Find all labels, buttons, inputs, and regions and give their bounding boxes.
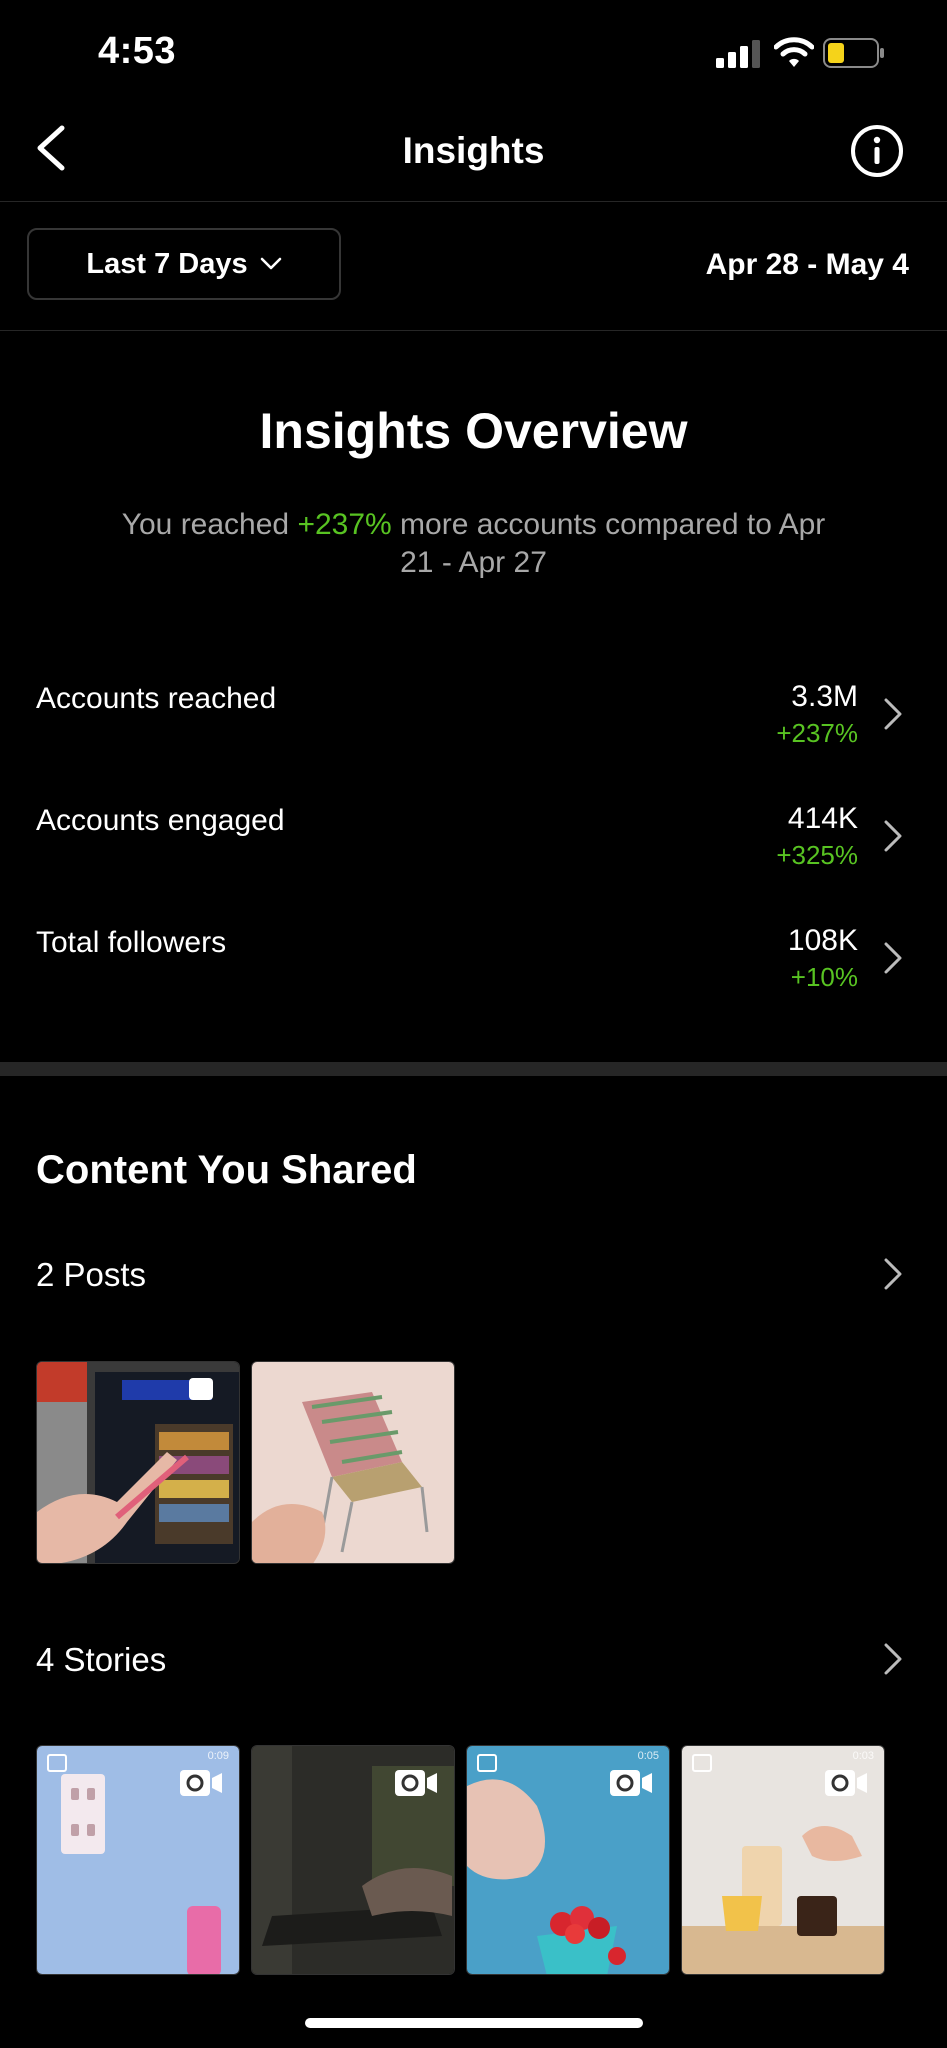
metric-label: Accounts engaged xyxy=(36,804,285,837)
page-title: Insights xyxy=(402,130,545,171)
posts-count-label: 2 Posts xyxy=(36,1256,147,1293)
chevron-right-icon xyxy=(884,820,902,852)
wifi-icon xyxy=(774,37,814,67)
video-camera-icon xyxy=(395,1770,437,1796)
metric-label: Accounts reached xyxy=(36,682,277,715)
story-indicator-icon xyxy=(47,1754,67,1772)
content-shared-title: Content You Shared xyxy=(36,1148,417,1192)
metric-value: 3.3M xyxy=(791,680,858,713)
status-time: 4:53 xyxy=(98,30,177,72)
cellular-signal-icon xyxy=(716,40,760,68)
metric-delta: +325% xyxy=(776,840,858,870)
info-icon[interactable] xyxy=(850,124,904,178)
date-range-dropdown[interactable]: Last 7 Days xyxy=(27,228,341,300)
subtitle-highlight: +237% xyxy=(297,508,392,541)
insights-overview-subtitle: You reached +237% more accounts compared… xyxy=(80,506,867,582)
post-thumbnail-2[interactable] xyxy=(251,1361,455,1564)
video-camera-icon xyxy=(610,1770,652,1796)
story-duration: 0:05 xyxy=(637,1750,659,1762)
story-duration: 0:09 xyxy=(207,1750,229,1762)
stories-count-label: 4 Stories xyxy=(36,1641,167,1678)
chevron-right-icon xyxy=(884,698,902,730)
subtitle-prefix: You reached xyxy=(121,508,298,541)
story-thumbnail-2[interactable] xyxy=(251,1745,455,1975)
metric-value: 108K xyxy=(787,924,858,957)
chevron-right-icon xyxy=(884,1258,902,1290)
battery-icon xyxy=(823,38,884,68)
bottom-safe-area xyxy=(0,1975,947,2048)
metric-value: 414K xyxy=(787,802,858,835)
story-thumbnail-3[interactable]: 0:05 xyxy=(466,1745,670,1975)
insights-overview-title: Insights Overview xyxy=(259,403,688,459)
story-thumbnail-1[interactable]: 0:09 xyxy=(36,1745,240,1975)
metric-delta: +10% xyxy=(790,962,858,992)
subtitle-rest: more accounts compared to Apr xyxy=(391,508,826,541)
home-indicator[interactable] xyxy=(305,2018,643,2028)
chevron-right-icon xyxy=(884,942,902,974)
metric-delta: +237% xyxy=(776,718,858,748)
post-image-lawn-chair xyxy=(252,1362,454,1563)
video-camera-icon xyxy=(825,1770,867,1796)
date-range-text: Apr 28 - May 4 xyxy=(705,248,909,281)
nav-divider xyxy=(0,201,947,202)
post-thumbnail-1[interactable] xyxy=(36,1361,240,1564)
chevron-down-icon xyxy=(260,257,281,270)
metric-label: Total followers xyxy=(36,926,227,959)
chevron-right-icon xyxy=(884,1643,902,1675)
story-indicator-icon xyxy=(477,1754,497,1772)
story-indicator-icon xyxy=(692,1754,712,1772)
subtitle-line2: 21 - Apr 27 xyxy=(400,546,547,579)
video-camera-icon xyxy=(180,1770,222,1796)
filter-divider xyxy=(0,330,947,331)
story-thumbnail-4[interactable]: 0:03 xyxy=(681,1745,885,1975)
date-range-dropdown-label: Last 7 Days xyxy=(86,247,248,280)
post-image-video-store xyxy=(37,1362,239,1563)
section-divider xyxy=(0,1062,947,1076)
story-duration: 0:03 xyxy=(852,1750,874,1762)
